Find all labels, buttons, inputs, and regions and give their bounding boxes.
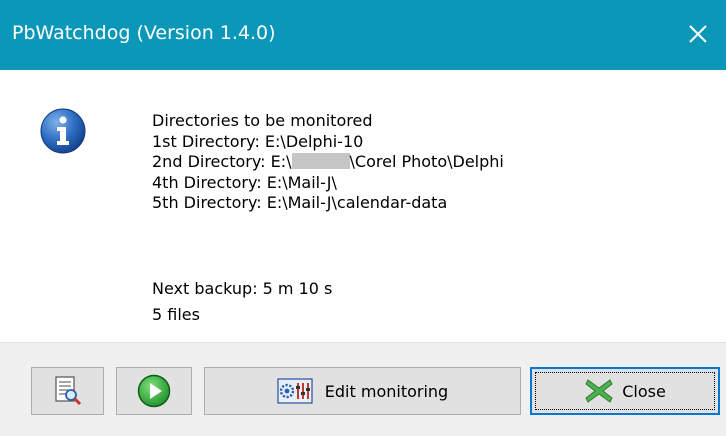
directory-1: 1st Directory: E:\Delphi-10	[152, 131, 364, 151]
close-icon	[689, 25, 707, 43]
close-button[interactable]: Close	[530, 367, 720, 415]
view-log-button[interactable]	[31, 367, 104, 415]
view-log-icon	[54, 376, 81, 406]
backup-status: Next backup: 5 m 10 s 5 files	[152, 276, 332, 328]
start-monitoring-button[interactable]	[116, 367, 192, 415]
edit-monitoring-button[interactable]: Edit monitoring	[204, 367, 521, 415]
settings-icon	[277, 378, 313, 404]
info-icon	[40, 108, 86, 154]
next-backup-text: Next backup: 5 m 10 s	[152, 279, 333, 298]
directory-2-prefix: 2nd Directory: E:\	[152, 152, 292, 171]
file-count-text: 5 files	[152, 305, 200, 324]
directory-2-suffix: \Corel Photo\Delphi	[349, 152, 504, 171]
window-title: PbWatchdog (Version 1.4.0)	[12, 22, 276, 44]
focus-rectangle	[535, 372, 715, 410]
message-area: Directories to be monitored 1st Director…	[0, 70, 726, 342]
directory-5: 5th Directory: E:\Mail-J\calendar-data	[152, 193, 448, 212]
window-close-button[interactable]	[678, 14, 718, 54]
directory-4: 4th Directory: E:\Mail-J\	[152, 172, 337, 192]
directories-heading: Directories to be monitored	[152, 111, 373, 130]
edit-monitoring-label: Edit monitoring	[324, 381, 449, 401]
title-bar: PbWatchdog (Version 1.4.0)	[0, 0, 726, 70]
directory-list: Directories to be monitored 1st Director…	[152, 111, 504, 214]
button-bar: Edit monitoring Close	[0, 342, 726, 436]
play-icon	[137, 374, 171, 408]
redacted-block	[291, 153, 350, 169]
directory-2: 2nd Directory: E:\ \Corel Photo\Delphi	[152, 152, 504, 173]
